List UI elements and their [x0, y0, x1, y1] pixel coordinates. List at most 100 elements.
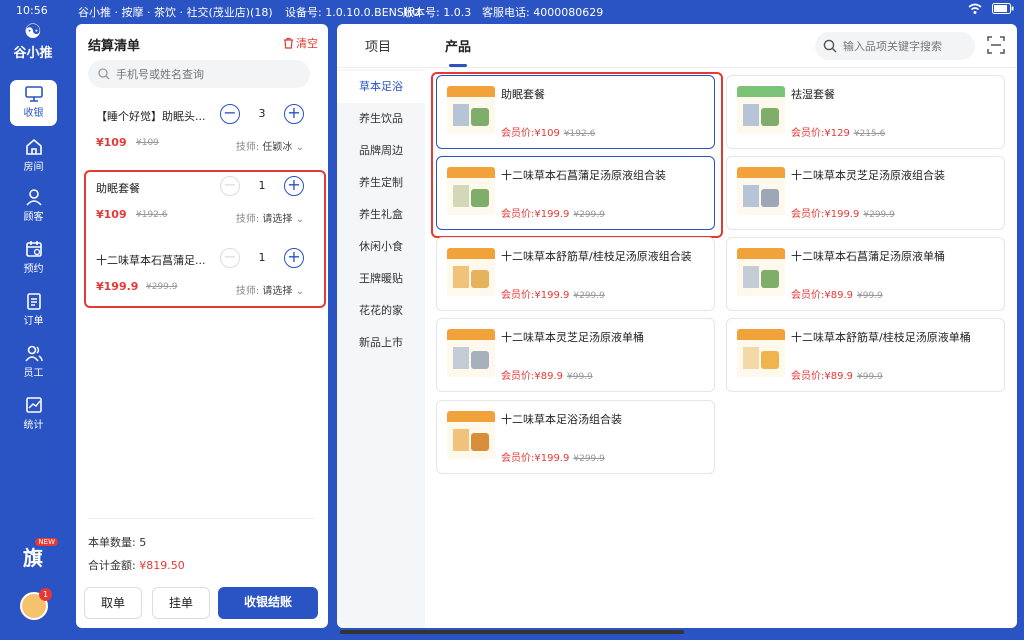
category-item[interactable]: 养生礼盒 — [337, 199, 425, 231]
product-price: 会员价:¥129 ¥215.6 — [791, 124, 885, 139]
member-price-label: 会员价: — [791, 209, 825, 220]
device-number: 设备号: 1.0.10.0.BENSHU — [285, 6, 421, 19]
product-card[interactable]: 十二味草本灵芝足汤原液单桶 会员价:¥89.9 ¥99.9 — [436, 318, 715, 392]
product-card[interactable]: 十二味草本石菖蒲足汤原液组合装 会员价:¥199.9 ¥299.9 — [436, 156, 715, 230]
clear-button[interactable]: 清空 — [283, 35, 318, 51]
member-price-label: 会员价: — [791, 128, 825, 139]
product-name: 十二味草本灵芝足汤原液组合装 — [791, 169, 945, 182]
logo-text: 谷小推 — [13, 46, 53, 61]
product-card[interactable]: 十二味草本石菖蒲足汤原液单桶 会员价:¥89.9 ¥99.9 — [726, 237, 1005, 311]
member-search[interactable] — [88, 60, 310, 88]
product-name: 助眠套餐 — [501, 88, 545, 101]
member-price: ¥89.9 — [824, 371, 854, 382]
category-item[interactable]: 养生定制 — [337, 167, 425, 199]
product-card[interactable]: 助眠套餐 会员价:¥109 ¥192.6 — [436, 75, 715, 149]
nav-rooms[interactable]: 房间 — [0, 138, 67, 184]
minus-button[interactable]: − — [220, 248, 240, 268]
battery-icon — [992, 3, 1014, 14]
cart-item[interactable]: 十二味草本石菖蒲足... ¥199.9 ¥299.9 − 1 + 技师: 请选择… — [88, 246, 312, 306]
product-name: 十二味草本足浴汤组合装 — [501, 413, 622, 426]
product-card[interactable]: 十二味草本足浴汤组合装 会员价:¥199.9 ¥299.9 — [436, 400, 715, 474]
member-price: ¥89.9 — [534, 371, 564, 382]
nav-staff[interactable]: 员工 — [0, 344, 67, 390]
technician-label: 技师: — [235, 286, 260, 297]
product-image — [737, 329, 785, 377]
tab-services[interactable]: 项目 — [365, 36, 391, 55]
product-price: 会员价:¥199.9 ¥299.9 — [501, 286, 605, 301]
cart-item[interactable]: 助眠套餐 ¥109 ¥192.6 − 1 + 技师: 请选择 ⌄ — [88, 174, 312, 234]
nav-label: 顾客 — [23, 212, 44, 223]
product-name: 十二味草本石菖蒲足汤原液单桶 — [791, 250, 945, 263]
scan-icon[interactable] — [987, 36, 1005, 54]
member-price-label: 会员价: — [791, 371, 825, 382]
plus-button[interactable]: + — [284, 104, 304, 124]
cart-item-price: ¥109 — [96, 136, 127, 149]
nav-booking[interactable]: 预约 — [0, 240, 67, 286]
product-price: 会员价:¥89.9 ¥99.9 — [791, 286, 883, 301]
plus-button[interactable]: + — [284, 176, 304, 196]
category-item[interactable]: 新品上市 — [337, 327, 425, 359]
hold-order-button[interactable]: 挂单 — [152, 587, 210, 619]
technician-select[interactable]: 技师: 请选择 ⌄ — [236, 210, 304, 225]
technician-value: 请选择 — [262, 214, 293, 225]
service-phone: 客服电话: 4000080629 — [482, 6, 604, 19]
plus-button[interactable]: + — [284, 248, 304, 268]
product-search[interactable] — [815, 32, 975, 60]
category-item[interactable]: 休闲小食 — [337, 231, 425, 263]
product-image — [737, 167, 785, 215]
quantity-stepper: − 3 + — [220, 104, 304, 126]
category-item[interactable]: 养生饮品 — [337, 103, 425, 135]
member-price-label: 会员价: — [791, 290, 825, 301]
cart-item[interactable]: 【睡个好觉】助眠头... ¥109 ¥109 − 3 + 技师: 任颖冰 ⌄ — [88, 102, 312, 162]
search-icon — [98, 68, 110, 80]
product-card[interactable]: 十二味草本舒筋草/桂枝足汤原液组合装 会员价:¥199.9 ¥299.9 — [436, 237, 715, 311]
nav-label: 预约 — [23, 264, 44, 275]
nav-customers[interactable]: 顾客 — [0, 188, 67, 234]
quantity-stepper: − 1 + — [220, 176, 304, 198]
product-card[interactable]: 祛湿套餐 会员价:¥129 ¥215.6 — [726, 75, 1005, 149]
nav-label: 订单 — [23, 316, 44, 327]
cart-item-original-price: ¥299.9 — [146, 282, 178, 292]
nav-cashier[interactable]: 收银 — [10, 80, 57, 126]
side-nav: ☯ 谷小推 收银 房间 顾客 预约 订单 员工 统计 旗 NEW 1 — [0, 0, 67, 640]
take-order-button[interactable]: 取单 — [84, 587, 142, 619]
minus-button[interactable]: − — [220, 104, 240, 124]
catalog-panel: 项目 产品 草本足浴 养生饮品 品牌周边 养生定制 养生礼盒 休闲小食 王牌暖贴… — [337, 24, 1017, 628]
product-card[interactable]: 十二味草本灵芝足汤原液组合装 会员价:¥199.9 ¥299.9 — [726, 156, 1005, 230]
home-icon — [25, 138, 42, 155]
category-list: 草本足浴 养生饮品 品牌周边 养生定制 养生礼盒 休闲小食 王牌暖贴 花花的家 … — [337, 69, 425, 628]
checkout-button[interactable]: 收银结账 — [218, 587, 318, 619]
product-card[interactable]: 十二味草本舒筋草/桂枝足汤原液单桶 会员价:¥89.9 ¥99.9 — [726, 318, 1005, 392]
category-item[interactable]: 花花的家 — [337, 295, 425, 327]
checkout-title: 结算清单 — [88, 39, 141, 54]
category-item[interactable]: 草本足浴 — [337, 71, 425, 103]
logo-mark-icon: ☯ — [24, 19, 42, 43]
avatar[interactable]: 1 — [20, 588, 52, 620]
member-search-input[interactable] — [116, 67, 296, 81]
technician-select[interactable]: 技师: 请选择 ⌄ — [236, 282, 304, 297]
member-price-label: 会员价: — [501, 290, 535, 301]
product-price: 会员价:¥89.9 ¥99.9 — [501, 367, 593, 382]
category-item[interactable]: 王牌暖贴 — [337, 263, 425, 295]
product-search-input[interactable] — [843, 39, 967, 53]
item-count-value: 5 — [139, 536, 147, 549]
technician-select[interactable]: 技师: 任颖冰 ⌄ — [236, 138, 304, 153]
member-price: ¥199.9 — [534, 453, 570, 464]
member-price: ¥199.9 — [534, 209, 570, 220]
nav-stats[interactable]: 统计 — [0, 396, 67, 442]
technician-value: 请选择 — [262, 286, 293, 297]
quantity-value: 1 — [258, 179, 266, 192]
quantity-value: 3 — [258, 107, 266, 120]
tab-bar: 项目 产品 — [337, 24, 1017, 68]
minus-button[interactable]: − — [220, 176, 240, 196]
nav-label: 房间 — [23, 162, 44, 173]
member-price: ¥199.9 — [534, 290, 570, 301]
original-price: ¥215.6 — [853, 129, 886, 139]
product-image — [447, 248, 495, 296]
flag-button[interactable]: 旗 NEW — [16, 538, 58, 576]
version-number: 版本号: 1.0.3 — [403, 6, 472, 19]
product-image — [447, 411, 495, 459]
nav-orders[interactable]: 订单 — [0, 292, 67, 338]
tab-products[interactable]: 产品 — [445, 36, 471, 67]
category-item[interactable]: 品牌周边 — [337, 135, 425, 167]
